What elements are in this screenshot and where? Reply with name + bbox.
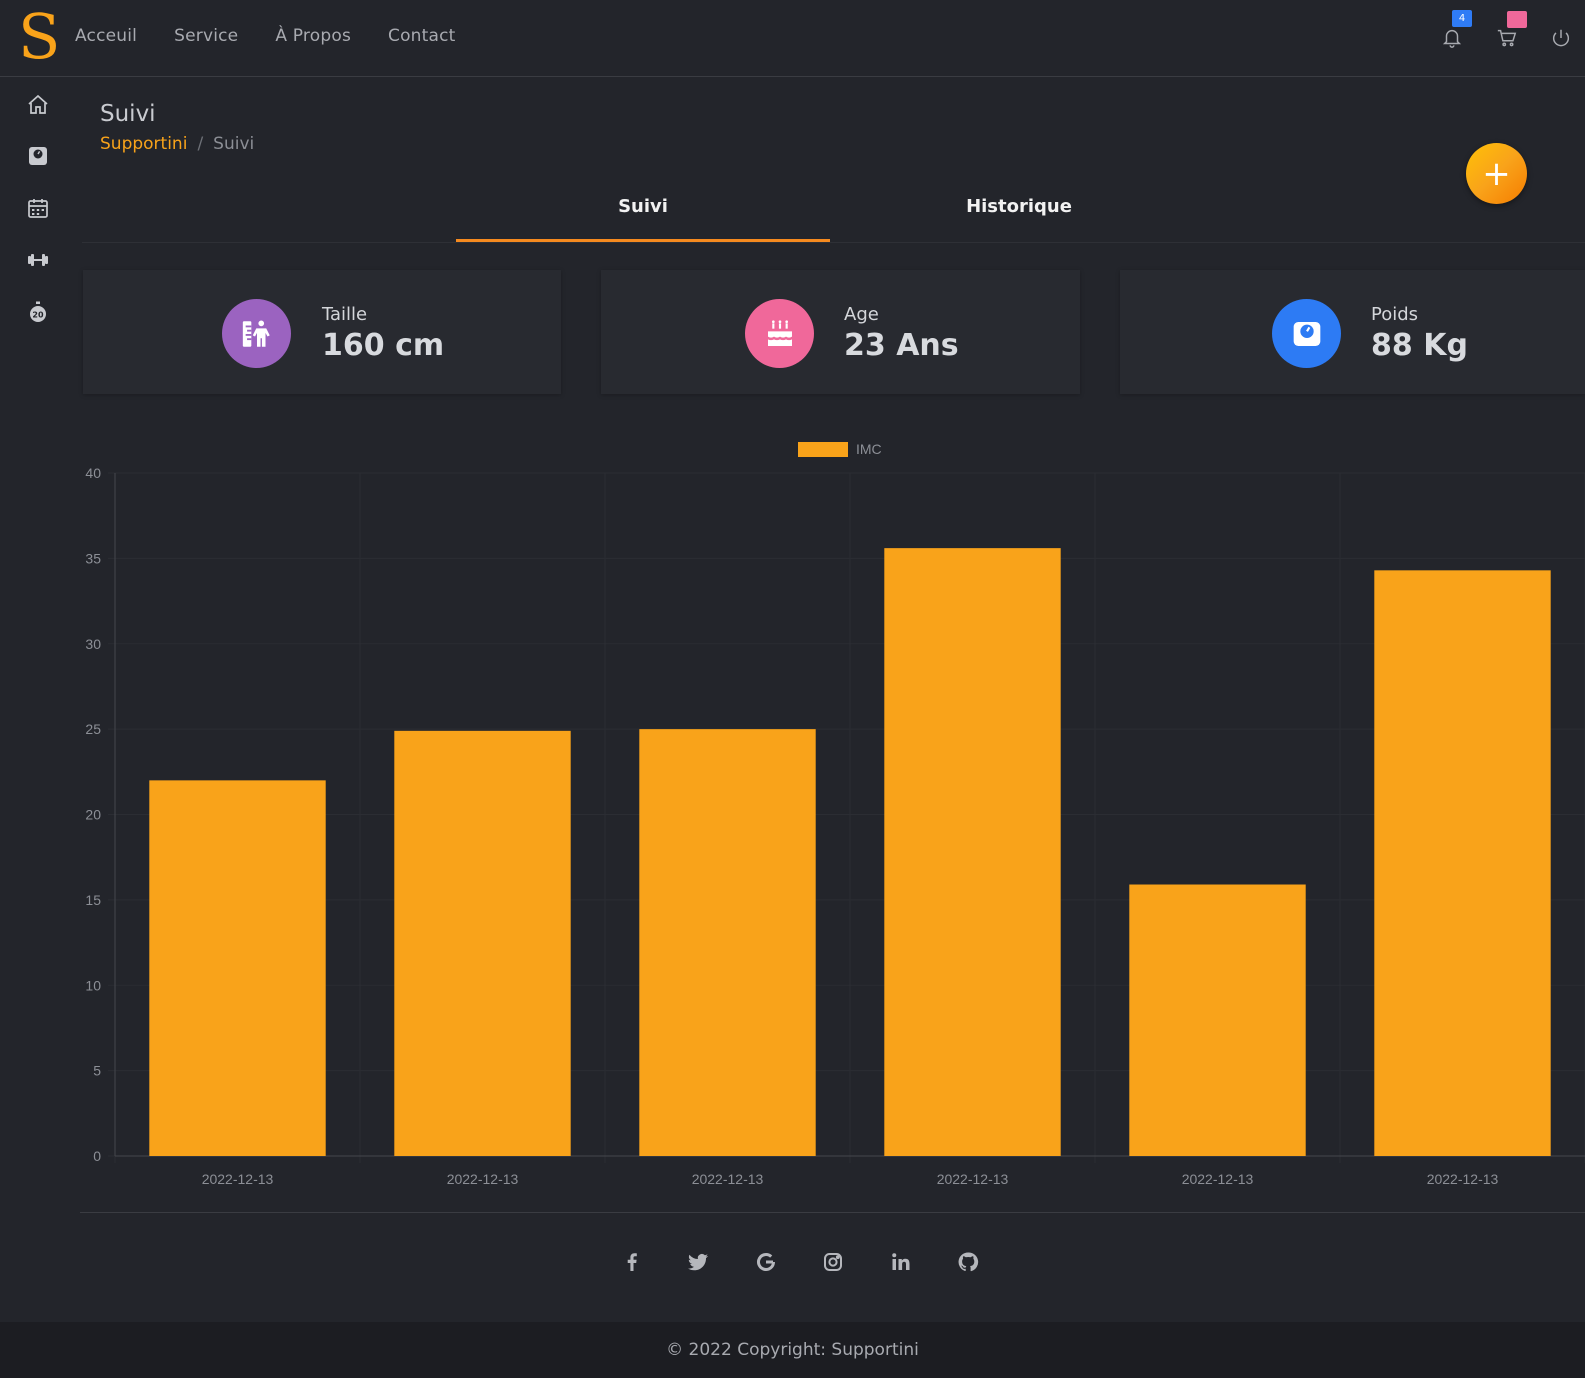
x-tick-label: 2022-12-13 (202, 1171, 274, 1187)
power-icon[interactable] (1550, 27, 1572, 49)
notification-badge: 4 (1452, 10, 1472, 27)
imc-bar-chart: 0 5 10 15 20 25 30 35 40 2022-12-13 2022-12-13 2022… (85, 441, 1585, 1187)
stat-value-poids: 88 Kg (1371, 328, 1468, 363)
bar-imc (884, 548, 1061, 1156)
x-tick-label: 2022-12-13 (1182, 1171, 1254, 1187)
google-icon[interactable] (754, 1250, 778, 1274)
cart-icon[interactable] (1496, 27, 1518, 49)
breadcrumb-separator: / (197, 134, 204, 154)
instagram-icon[interactable] (821, 1250, 845, 1274)
nav-link-acceuil[interactable]: Acceuil (75, 26, 137, 46)
tab-bar: Suivi Historique (82, 185, 1585, 243)
stat-label-poids: Poids (1371, 304, 1419, 325)
top-navbar: S Acceuil Service À Propos Contact 4 (0, 0, 1585, 77)
nav-link-service[interactable]: Service (174, 26, 238, 46)
svg-text:20: 20 (32, 311, 44, 320)
weight-scale-icon (1272, 299, 1341, 368)
y-tick-label: 15 (85, 892, 101, 908)
y-tick-label: 30 (85, 636, 101, 652)
home-icon[interactable] (26, 93, 50, 117)
birthday-cake-icon (745, 299, 814, 368)
bar-imc (1129, 884, 1306, 1156)
social-links (620, 1250, 990, 1274)
bell-icon[interactable] (1441, 27, 1463, 49)
main-nav: Acceuil Service À Propos Contact (75, 26, 456, 46)
twitter-icon[interactable] (686, 1250, 710, 1274)
stat-label-taille: Taille (322, 304, 368, 325)
x-tick-label: 2022-12-13 (692, 1171, 764, 1187)
stopwatch-icon[interactable]: 20 (26, 300, 50, 324)
linkedin-icon[interactable] (889, 1250, 913, 1274)
breadcrumb: Supportini / Suivi (100, 134, 254, 154)
x-tick-label: 2022-12-13 (937, 1171, 1009, 1187)
dumbbell-icon[interactable] (26, 248, 50, 272)
copyright-bar: © 2022 Copyright: Supportini (0, 1322, 1585, 1378)
cart-badge (1507, 11, 1527, 28)
nav-link-a-propos[interactable]: À Propos (275, 26, 351, 46)
stat-value-taille: 160 cm (322, 328, 445, 363)
facebook-icon[interactable] (620, 1250, 644, 1274)
bar-imc (149, 780, 326, 1156)
y-tick-label: 25 (85, 721, 101, 737)
github-icon[interactable] (956, 1250, 980, 1274)
bar-imc (1374, 570, 1551, 1156)
y-tick-label: 0 (93, 1148, 101, 1164)
y-tick-label: 20 (85, 807, 101, 823)
calendar-icon[interactable] (26, 196, 50, 220)
stat-card-taille: Taille 160 cm (83, 270, 561, 394)
x-tick-label: 2022-12-13 (447, 1171, 519, 1187)
page-title: Suivi (100, 101, 156, 127)
bar-imc (394, 730, 571, 1156)
legend-label-imc: IMC (856, 441, 882, 457)
y-tick-label: 35 (85, 550, 101, 566)
legend-swatch-imc (798, 442, 848, 457)
tab-suivi[interactable]: Suivi (456, 185, 830, 242)
copyright-text: © 2022 Copyright: Supportini (666, 1340, 919, 1360)
nav-link-contact[interactable]: Contact (388, 26, 456, 46)
footer-divider (80, 1212, 1585, 1213)
person-height-icon (222, 299, 291, 368)
breadcrumb-current: Suivi (213, 134, 255, 154)
y-tick-label: 10 (85, 977, 101, 993)
y-tick-label: 40 (85, 465, 101, 481)
brand-logo[interactable]: S (18, 2, 60, 72)
stat-value-age: 23 Ans (844, 328, 959, 363)
stat-label-age: Age (844, 304, 879, 325)
x-tick-label: 2022-12-13 (1427, 1171, 1499, 1187)
stat-card-poids: Poids 88 Kg (1120, 270, 1585, 394)
breadcrumb-root-link[interactable]: Supportini (100, 134, 187, 154)
stat-card-age: Age 23 Ans (601, 270, 1080, 394)
tab-historique[interactable]: Historique (832, 185, 1206, 242)
y-tick-label: 5 (93, 1063, 101, 1079)
bar-imc (639, 729, 816, 1156)
weight-scale-icon[interactable] (26, 144, 50, 168)
